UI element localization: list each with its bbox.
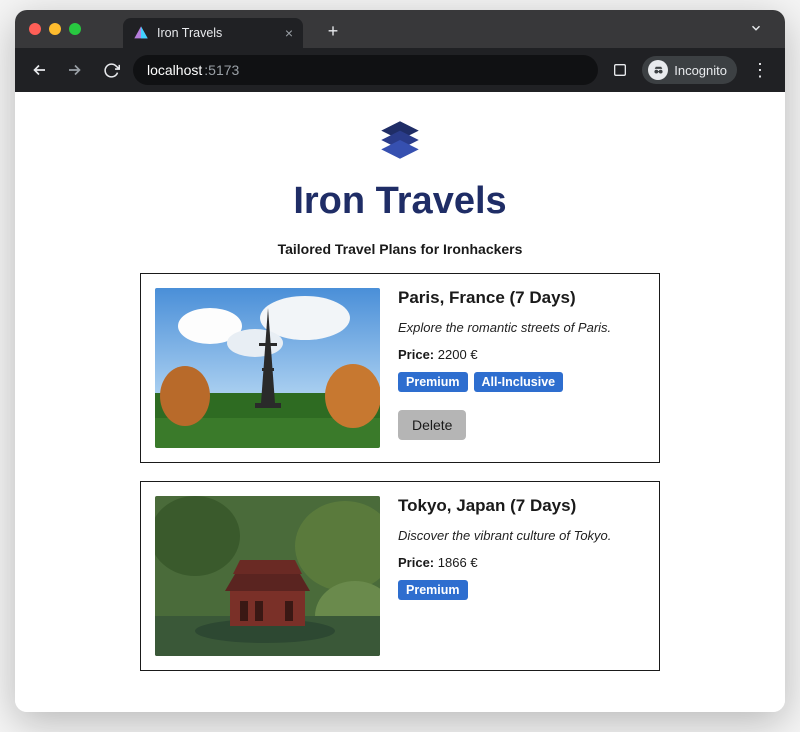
tab-title: Iron Travels bbox=[157, 26, 277, 40]
plan-description: Explore the romantic streets of Paris. bbox=[398, 320, 645, 335]
incognito-icon bbox=[648, 60, 668, 80]
app-logo bbox=[370, 110, 430, 170]
browser-toolbar: localhost:5173 Incognito ⋮ bbox=[15, 48, 785, 92]
forward-button[interactable] bbox=[61, 56, 89, 84]
back-button[interactable] bbox=[25, 56, 53, 84]
plans-list: Paris, France (7 Days) Explore the roman… bbox=[15, 273, 785, 671]
incognito-indicator[interactable]: Incognito bbox=[642, 56, 737, 84]
plan-badges: Premium All-Inclusive bbox=[398, 372, 645, 392]
plan-title: Paris, France (7 Days) bbox=[398, 288, 645, 308]
browser-window: Iron Travels × + localhost:5173 Incogn bbox=[15, 10, 785, 712]
window-controls bbox=[29, 23, 81, 35]
price-currency: € bbox=[470, 347, 477, 362]
plan-description: Discover the vibrant culture of Tokyo. bbox=[398, 528, 645, 543]
url-path: :5173 bbox=[204, 62, 239, 78]
window-maximize-button[interactable] bbox=[69, 23, 81, 35]
price-label: Price: bbox=[398, 347, 434, 362]
page-viewport: Iron Travels Tailored Travel Plans for I… bbox=[15, 92, 785, 712]
browser-tab[interactable]: Iron Travels × bbox=[123, 18, 303, 48]
plan-image bbox=[155, 288, 380, 448]
plan-badges: Premium bbox=[398, 580, 645, 600]
badge-premium: Premium bbox=[398, 372, 468, 392]
plan-card: Tokyo, Japan (7 Days) Discover the vibra… bbox=[140, 481, 660, 671]
price-value: 2200 bbox=[438, 347, 467, 362]
badge-all-inclusive: All-Inclusive bbox=[474, 372, 564, 392]
price-label: Price: bbox=[398, 555, 434, 570]
tab-close-icon[interactable]: × bbox=[285, 25, 293, 41]
plan-body: Tokyo, Japan (7 Days) Discover the vibra… bbox=[398, 496, 645, 618]
new-tab-button[interactable]: + bbox=[321, 19, 345, 43]
chevron-down-icon[interactable] bbox=[741, 17, 771, 42]
delete-button[interactable]: Delete bbox=[398, 410, 466, 440]
window-minimize-button[interactable] bbox=[49, 23, 61, 35]
window-close-button[interactable] bbox=[29, 23, 41, 35]
price-value: 1866 bbox=[438, 555, 467, 570]
tab-favicon bbox=[133, 25, 149, 41]
incognito-label: Incognito bbox=[674, 63, 727, 78]
plan-title: Tokyo, Japan (7 Days) bbox=[398, 496, 645, 516]
plan-image bbox=[155, 496, 380, 656]
url-host: localhost bbox=[147, 62, 202, 78]
address-bar[interactable]: localhost:5173 bbox=[133, 55, 598, 85]
page-subtitle: Tailored Travel Plans for Ironhackers bbox=[278, 241, 523, 257]
reload-button[interactable] bbox=[97, 56, 125, 84]
plan-body: Paris, France (7 Days) Explore the roman… bbox=[398, 288, 645, 440]
page-title: Iron Travels bbox=[293, 180, 506, 223]
extensions-icon[interactable] bbox=[606, 56, 634, 84]
plan-price: Price: 2200 € bbox=[398, 347, 645, 362]
browser-titlebar: Iron Travels × + bbox=[15, 10, 785, 48]
plan-price: Price: 1866 € bbox=[398, 555, 645, 570]
browser-menu-icon[interactable]: ⋮ bbox=[745, 60, 775, 81]
badge-premium: Premium bbox=[398, 580, 468, 600]
price-currency: € bbox=[470, 555, 477, 570]
plan-card: Paris, France (7 Days) Explore the roman… bbox=[140, 273, 660, 463]
